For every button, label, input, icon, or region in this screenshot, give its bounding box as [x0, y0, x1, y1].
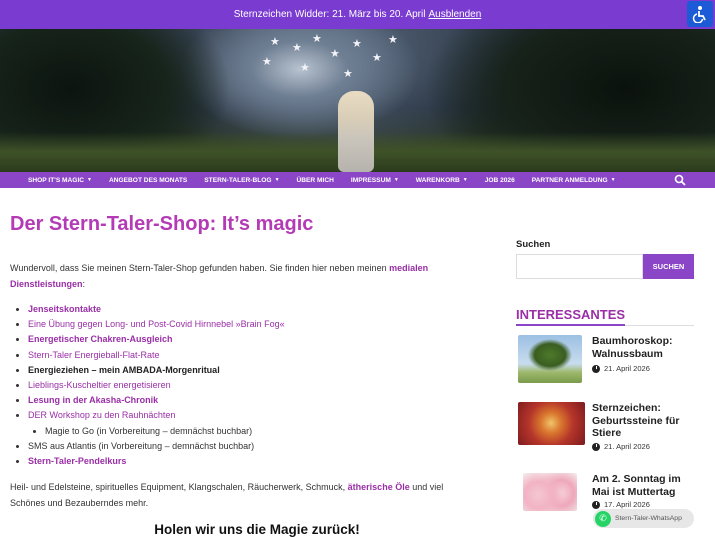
whatsapp-label: Stern-Taler-WhatsApp: [615, 515, 682, 522]
header-image: ★ ★ ★ ★ ★ ★ ★ ★ ★ ★: [0, 29, 715, 172]
announcement-text: Sternzeichen Widder: 21. März bis 20. Ap…: [233, 9, 426, 20]
nav-item-partner[interactable]: Partner Anmeldung ▼: [532, 177, 616, 184]
nav-item-label: Stern-Taler-Blog: [204, 176, 272, 184]
chevron-down-icon: ▼: [393, 177, 399, 183]
service-link-kuscheltier[interactable]: Lieblings-Kuscheltier energetisieren: [28, 380, 171, 390]
clock-icon: [592, 500, 600, 509]
service-link-pendelkurs[interactable]: Stern-Taler-Pendelkurs: [28, 456, 126, 466]
widget-title: Interessantes: [516, 307, 626, 326]
list-item: DER Workshop zu den Rauhnächten Magie to…: [28, 408, 450, 438]
chevron-down-icon: ▼: [274, 177, 280, 183]
service-text-sms: SMS aus Atlantis (in Vorbereitung – demn…: [28, 440, 255, 451]
list-item: Stern-Taler Energieball-Flat-Rate: [28, 348, 450, 363]
star-icon: ★: [312, 33, 322, 45]
sidebar: Suchen Suchen Interessantes Baumhoroskop…: [516, 188, 694, 511]
list-item: Sternzeichen: Geburtssteine für Stiere 2…: [516, 402, 694, 458]
star-icon: ★: [388, 34, 398, 46]
service-link-energieball[interactable]: Stern-Taler Energieball-Flat-Rate: [28, 350, 160, 360]
nav-item-label: Partner Anmeldung: [531, 176, 608, 184]
star-icon: ★: [372, 52, 382, 64]
nav-item-angebot[interactable]: Angebot des Monats: [109, 177, 187, 184]
service-link-rauhnaechte[interactable]: DER Workshop zu den Rauhnächten: [28, 410, 175, 420]
service-text-magie: Magie to Go (in Vorbereitung – demnächst…: [45, 425, 253, 436]
post-date-text: 21. April 2026: [604, 442, 650, 451]
star-icon: ★: [352, 38, 362, 50]
list-item: Magie to Go (in Vorbereitung – demnächst…: [45, 424, 450, 439]
list-item: SMS aus Atlantis (in Vorbereitung – demn…: [28, 439, 450, 454]
accessibility-icon: [692, 6, 706, 23]
services-list: Jenseitskontakte Eine Übung gegen Long- …: [10, 302, 450, 469]
post-date: 21. April 2026: [592, 364, 650, 373]
header-girl-figure: [338, 91, 374, 172]
nav-item-about[interactable]: Über mich: [297, 177, 334, 184]
post-date-text: 21. April 2026: [604, 364, 650, 373]
products-text: Heil- und Edelsteine, spirituelles Equip…: [10, 482, 348, 493]
nav-item-label: Über mich: [296, 176, 334, 184]
clock-icon: [592, 442, 600, 451]
post-title-link[interactable]: Baumhoroskop: Walnussbaum: [592, 335, 694, 360]
post-date-text: 17. April 2026: [604, 500, 650, 509]
nav-item-label: Impressum: [350, 176, 391, 184]
intro-text: Wundervoll, dass Sie meinen Stern-Taler-…: [10, 263, 390, 273]
nav-item-label: Shop it's magic: [28, 176, 85, 184]
search-form: Suchen: [516, 254, 694, 279]
list-item: Energieziehen – mein AMBADA-Morgenritual: [28, 363, 450, 378]
star-icon: ★: [270, 36, 280, 48]
post-date: 21. April 2026: [592, 442, 650, 451]
service-link-jenseitskontakte[interactable]: Jenseitskontakte: [28, 304, 101, 314]
service-link-akasha[interactable]: Lesung in der Akasha-Chronik: [28, 395, 158, 405]
chevron-down-icon: ▼: [87, 177, 92, 183]
whatsapp-icon: ✆: [595, 510, 611, 527]
search-icon[interactable]: [674, 174, 686, 186]
clock-icon: [592, 364, 600, 373]
service-link-chakren[interactable]: Energetischer Chakren-Ausgleich: [28, 334, 173, 344]
chevron-down-icon: ▼: [610, 177, 616, 183]
list-item: Energetischer Chakren-Ausgleich: [28, 332, 450, 347]
star-icon: ★: [300, 62, 310, 74]
list-item: Eine Übung gegen Long- und Post-Covid Hi…: [28, 317, 450, 332]
oils-link[interactable]: ätherische Öle: [348, 482, 410, 492]
intro-end: :: [82, 279, 86, 289]
search-button[interactable]: Suchen: [643, 254, 694, 279]
nav-item-label: Warenkorb: [415, 176, 460, 184]
announcement-bar: Sternzeichen Widder: 21. März bis 20. Ap…: [0, 0, 715, 29]
nav-item-label: Job 2026: [484, 176, 515, 184]
intro-paragraph: Wundervoll, dass Sie meinen Stern-Taler-…: [10, 260, 450, 292]
nav-item-impressum[interactable]: Impressum ▼: [351, 177, 399, 184]
post-thumbnail[interactable]: [518, 402, 585, 445]
nav-item-blog[interactable]: Stern-Taler-Blog ▼: [204, 177, 279, 184]
main-navigation: Shop it's magic ▼ Angebot des Monats Ster…: [0, 172, 715, 188]
list-item: Lieblings-Kuscheltier energetisieren: [28, 378, 450, 393]
nav-item-job[interactable]: Job 2026: [485, 177, 515, 184]
list-item: Baumhoroskop: Walnussbaum 21. April 2026: [516, 335, 694, 391]
star-icon: ★: [330, 48, 340, 60]
list-item: Lesung in der Akasha-Chronik: [28, 393, 450, 408]
star-icon: ★: [262, 56, 272, 68]
star-icon: ★: [343, 68, 353, 80]
star-icon: ★: [292, 42, 302, 54]
section-subheading: Holen wir uns die Magie zurück!: [154, 522, 360, 537]
post-date: 17. April 2026: [592, 500, 650, 509]
nav-item-label: Angebot des Monats: [109, 176, 188, 184]
whatsapp-button[interactable]: ✆ Stern-Taler-WhatsApp: [593, 509, 694, 528]
search-label: Suchen: [516, 239, 551, 250]
list-item: Jenseitskontakte: [28, 302, 450, 317]
accessibility-button[interactable]: [687, 1, 713, 27]
page-title: Der Stern-Taler-Shop: It’s magic: [10, 213, 314, 235]
search-input[interactable]: [516, 254, 643, 279]
sub-list: Magie to Go (in Vorbereitung – demnächst…: [28, 424, 450, 439]
post-title-link[interactable]: Sternzeichen: Geburtssteine für Stiere: [592, 402, 694, 440]
main-content: Der Stern-Taler-Shop: It’s magic Wunderv…: [10, 188, 450, 537]
products-paragraph: Heil- und Edelsteine, spirituelles Equip…: [10, 479, 450, 511]
dismiss-link[interactable]: Ausblenden: [428, 9, 481, 20]
list-item: Stern-Taler-Pendelkurs: [28, 454, 450, 469]
post-thumbnail[interactable]: [523, 473, 577, 511]
service-link-brain-fog[interactable]: Eine Übung gegen Long- und Post-Covid Hi…: [28, 319, 285, 329]
post-thumbnail[interactable]: [518, 335, 582, 383]
service-text-ambada: Energieziehen – mein AMBADA-Morgenritual: [28, 364, 220, 375]
chevron-down-icon: ▼: [462, 177, 468, 183]
post-title-link[interactable]: Am 2. Sonntag im Mai ist Muttertag: [592, 473, 694, 498]
nav-item-cart[interactable]: Warenkorb ▼: [416, 177, 468, 184]
nav-item-shop[interactable]: Shop it's magic ▼: [28, 177, 92, 184]
